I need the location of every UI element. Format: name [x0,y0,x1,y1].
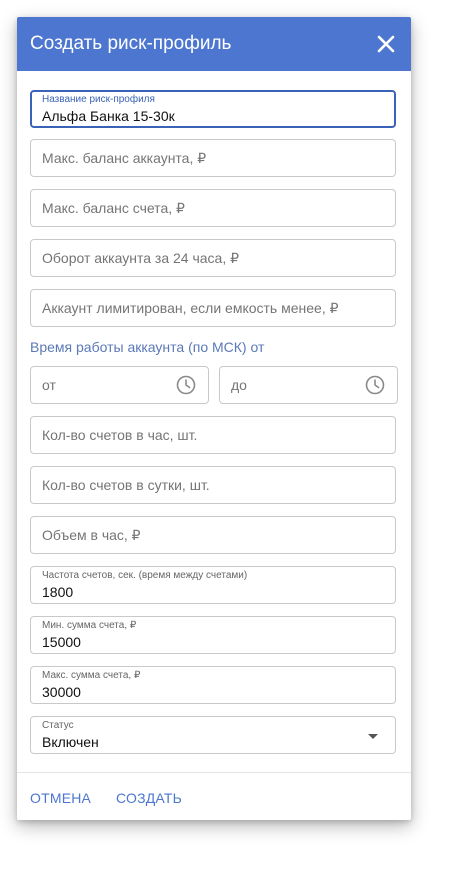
create-button[interactable]: СОЗДАТЬ [116,790,182,806]
profile-name-value: Альфа Банка 15-30к [42,108,175,124]
invoice-frequency-label: Частота счетов, сек. (время между счетам… [42,570,248,581]
invoices-per-day-field[interactable]: Кол-во счетов в сутки, шт. [30,466,396,504]
min-invoice-sum-value: 15000 [42,634,81,650]
account-turnover-field[interactable]: Оборот аккаунта за 24 часа, ₽ [30,239,396,277]
volume-per-hour-placeholder: Объем в час, ₽ [42,527,141,543]
profile-name-label: Название риск-профиля [42,94,155,105]
dialog-title: Создать риск-профиль [30,33,232,54]
account-limited-placeholder: Аккаунт лимитирован, если емкость менее,… [42,300,339,316]
max-invoice-balance-field[interactable]: Макс. баланс счета, ₽ [30,189,396,227]
cancel-button[interactable]: ОТМЕНА [30,790,91,806]
max-invoice-sum-value: 30000 [42,684,81,700]
time-from-placeholder: от [42,377,56,393]
time-to-field[interactable]: до [219,366,398,404]
invoice-frequency-value: 1800 [42,584,74,600]
time-from-field[interactable]: от [30,366,209,404]
clock-icon[interactable] [365,375,385,395]
status-select[interactable]: Статус Включен [30,716,396,754]
account-turnover-placeholder: Оборот аккаунта за 24 часа, ₽ [42,250,240,266]
volume-per-hour-field[interactable]: Объем в час, ₽ [30,516,396,554]
work-time-label: Время работы аккаунта (по МСК) от [30,339,265,355]
dropdown-arrow-icon[interactable] [368,734,378,739]
status-value: Включен [42,734,99,750]
create-risk-profile-dialog: Создать риск-профиль Название риск-профи… [17,17,411,820]
invoice-frequency-field[interactable]: Частота счетов, сек. (время между счетам… [30,566,396,604]
dialog-header: Создать риск-профиль [17,17,411,71]
account-limited-field[interactable]: Аккаунт лимитирован, если емкость менее,… [30,289,396,327]
min-invoice-sum-field[interactable]: Мин. сумма счета, ₽ 15000 [30,616,396,654]
max-invoice-balance-placeholder: Макс. баланс счета, ₽ [42,200,185,216]
close-icon[interactable] [375,33,397,55]
profile-name-field[interactable]: Название риск-профиля Альфа Банка 15-30к [30,90,396,128]
max-account-balance-placeholder: Макс. баланс аккаунта, ₽ [42,150,207,166]
max-account-balance-field[interactable]: Макс. баланс аккаунта, ₽ [30,139,396,177]
footer-divider [17,772,411,773]
max-invoice-sum-label: Макс. сумма счета, ₽ [42,670,141,681]
min-invoice-sum-label: Мин. сумма счета, ₽ [42,620,137,631]
status-label: Статус [42,720,74,731]
clock-icon[interactable] [176,375,196,395]
invoices-per-day-placeholder: Кол-во счетов в сутки, шт. [42,477,210,493]
max-invoice-sum-field[interactable]: Макс. сумма счета, ₽ 30000 [30,666,396,704]
invoices-per-hour-field[interactable]: Кол-во счетов в час, шт. [30,416,396,454]
invoices-per-hour-placeholder: Кол-во счетов в час, шт. [42,427,198,443]
time-to-placeholder: до [231,377,247,393]
